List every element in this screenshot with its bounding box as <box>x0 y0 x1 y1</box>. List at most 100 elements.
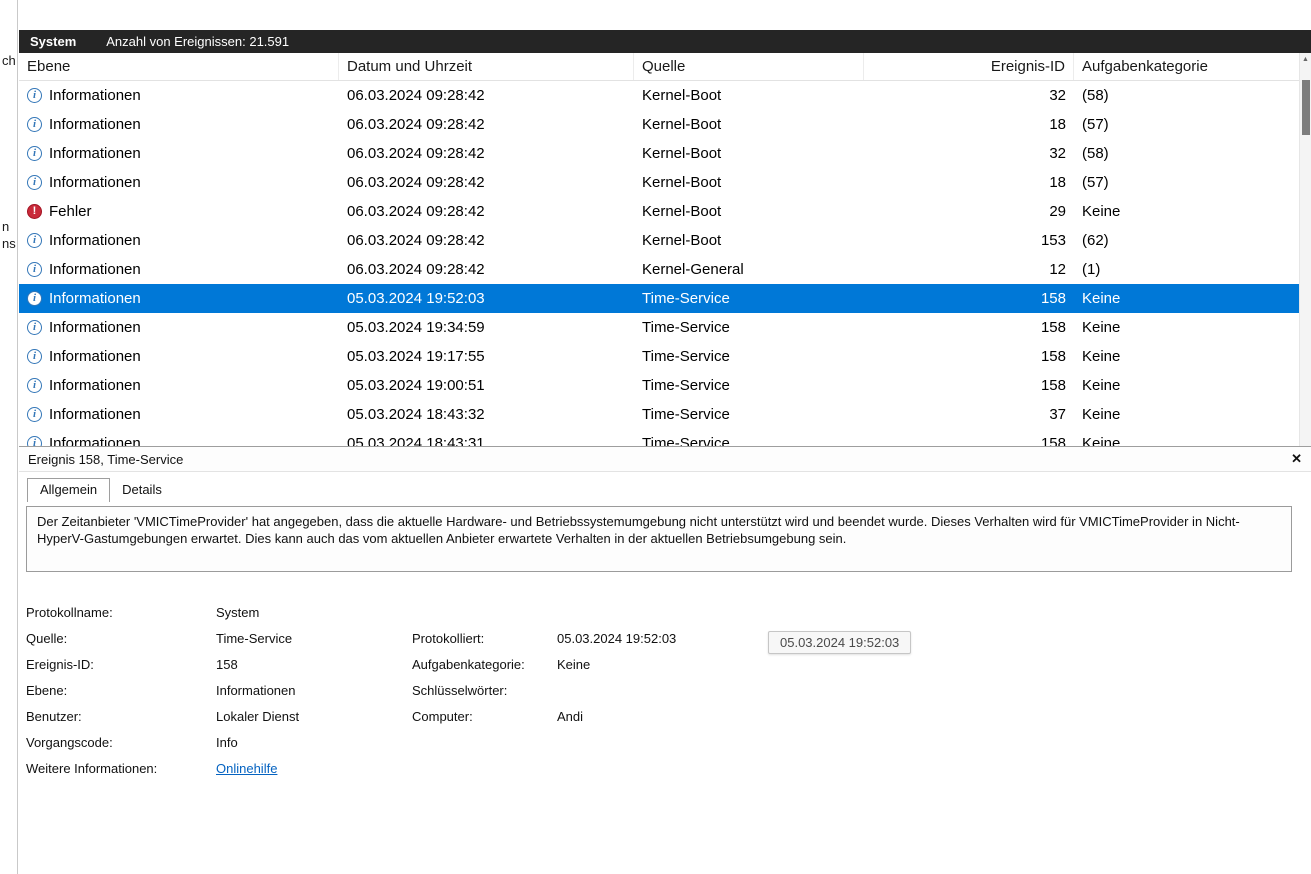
column-header-ereignis-id[interactable]: Ereignis-ID <box>864 53 1074 80</box>
field-value: Andi <box>557 709 1291 724</box>
level-label: Informationen <box>49 290 141 307</box>
datetime-cell: 05.03.2024 19:34:59 <box>339 319 634 336</box>
event-id-cell: 12 <box>864 261 1074 278</box>
level-cell: iInformationen <box>19 348 339 365</box>
field-label: Ebene: <box>26 683 216 698</box>
datetime-cell: 06.03.2024 09:28:42 <box>339 174 634 191</box>
event-row[interactable]: iInformationen06.03.2024 09:28:42Kernel-… <box>19 110 1299 139</box>
info-icon: i <box>27 378 42 393</box>
column-header-datum-und-uhrzeit[interactable]: Datum und Uhrzeit <box>339 53 634 80</box>
event-row[interactable]: iInformationen06.03.2024 09:28:42Kernel-… <box>19 255 1299 284</box>
column-header-quelle[interactable]: Quelle <box>634 53 864 80</box>
column-header-aufgabenkategorie[interactable]: Aufgabenkategorie <box>1074 53 1299 80</box>
tooltip: 05.03.2024 19:52:03 <box>768 631 911 654</box>
event-count-label: Anzahl von Ereignissen: 21.591 <box>106 34 289 49</box>
nav-tree-fragment: n <box>2 219 9 234</box>
event-row[interactable]: !Fehler06.03.2024 09:28:42Kernel-Boot29K… <box>19 197 1299 226</box>
level-label: Informationen <box>49 174 141 191</box>
category-cell: Keine <box>1074 319 1299 336</box>
datetime-cell: 06.03.2024 09:28:42 <box>339 261 634 278</box>
event-table-body: iInformationen06.03.2024 09:28:42Kernel-… <box>19 81 1299 446</box>
field-label: Protokolliert: <box>412 631 557 646</box>
detail-fields: Protokollname:SystemQuelle:Time-ServiceP… <box>26 599 1291 781</box>
event-viewer-main: System Anzahl von Ereignissen: 21.591 Eb… <box>19 0 1311 874</box>
field-value: Informationen <box>216 683 412 698</box>
datetime-cell: 05.03.2024 18:43:32 <box>339 406 634 423</box>
event-id-cell: 29 <box>864 203 1074 220</box>
field-label: Quelle: <box>26 631 216 646</box>
info-icon: i <box>27 407 42 422</box>
field-label: Weitere Informationen: <box>26 761 216 776</box>
level-cell: iInformationen <box>19 290 339 307</box>
event-row[interactable]: iInformationen05.03.2024 18:43:32Time-Se… <box>19 400 1299 429</box>
event-id-cell: 32 <box>864 87 1074 104</box>
onlinehilfe-link[interactable]: Onlinehilfe <box>216 761 412 776</box>
event-row[interactable]: iInformationen05.03.2024 19:34:59Time-Se… <box>19 313 1299 342</box>
event-list-scrollbar[interactable]: ▲ <box>1299 53 1311 446</box>
datetime-cell: 05.03.2024 19:17:55 <box>339 348 634 365</box>
category-cell: Keine <box>1074 406 1299 423</box>
event-row[interactable]: iInformationen06.03.2024 09:28:42Kernel-… <box>19 139 1299 168</box>
detail-tabs: Allgemein Details <box>27 478 174 502</box>
column-header-ebene[interactable]: Ebene <box>19 53 339 80</box>
datetime-cell: 06.03.2024 09:28:42 <box>339 116 634 133</box>
category-cell: (58) <box>1074 87 1299 104</box>
error-icon: ! <box>27 204 42 219</box>
event-id-cell: 18 <box>864 174 1074 191</box>
source-cell: Kernel-Boot <box>634 116 864 133</box>
nav-tree-fragment: ch <box>2 53 16 68</box>
level-label: Informationen <box>49 319 141 336</box>
event-row[interactable]: iInformationen05.03.2024 19:00:51Time-Se… <box>19 371 1299 400</box>
event-row[interactable]: iInformationen06.03.2024 09:28:42Kernel-… <box>19 168 1299 197</box>
detail-pane-title: Ereignis 158, Time-Service <box>28 452 183 467</box>
event-row[interactable]: iInformationen05.03.2024 19:52:03Time-Se… <box>19 284 1299 313</box>
level-cell: iInformationen <box>19 116 339 133</box>
source-cell: Time-Service <box>634 348 864 365</box>
level-cell: iInformationen <box>19 261 339 278</box>
field-value: Time-Service <box>216 631 412 646</box>
event-row[interactable]: iInformationen06.03.2024 09:28:42Kernel-… <box>19 81 1299 110</box>
event-detail-pane: Ereignis 158, Time-Service ✕ Allgemein D… <box>19 446 1311 874</box>
event-row[interactable]: iInformationen05.03.2024 19:17:55Time-Se… <box>19 342 1299 371</box>
source-cell: Time-Service <box>634 290 864 307</box>
source-cell: Kernel-Boot <box>634 87 864 104</box>
datetime-cell: 05.03.2024 19:52:03 <box>339 290 634 307</box>
scrollbar-thumb[interactable] <box>1302 80 1310 135</box>
event-id-cell: 158 <box>864 377 1074 394</box>
tab-details[interactable]: Details <box>110 478 174 502</box>
category-cell: Keine <box>1074 435 1299 446</box>
level-label: Informationen <box>49 116 141 133</box>
category-cell: Keine <box>1074 348 1299 365</box>
field-label: Ereignis-ID: <box>26 657 216 672</box>
level-label: Informationen <box>49 435 141 446</box>
datetime-cell: 06.03.2024 09:28:42 <box>339 232 634 249</box>
category-cell: (57) <box>1074 174 1299 191</box>
tab-allgemein[interactable]: Allgemein <box>27 478 110 502</box>
level-cell: ! Fehler <box>19 203 339 220</box>
category-cell: (57) <box>1074 116 1299 133</box>
level-cell: iInformationen <box>19 319 339 336</box>
level-cell: iInformationen <box>19 174 339 191</box>
source-cell: Kernel-Boot <box>634 174 864 191</box>
event-id-cell: 158 <box>864 348 1074 365</box>
event-row[interactable]: iInformationen05.03.2024 18:43:31Time-Se… <box>19 429 1299 446</box>
source-cell: Kernel-Boot <box>634 203 864 220</box>
level-cell: iInformationen <box>19 406 339 423</box>
info-icon: i <box>27 88 42 103</box>
detail-field-row: Ebene:InformationenSchlüsselwörter: <box>26 677 1291 703</box>
level-label: Informationen <box>49 87 141 104</box>
event-id-cell: 158 <box>864 435 1074 446</box>
info-icon: i <box>27 262 42 277</box>
detail-field-row: Quelle:Time-ServiceProtokolliert: 05.03.2… <box>26 625 1291 651</box>
event-id-cell: 158 <box>864 290 1074 307</box>
level-label: Informationen <box>49 145 141 162</box>
close-icon[interactable]: ✕ <box>1291 451 1302 467</box>
scroll-up-icon[interactable]: ▲ <box>1300 56 1311 63</box>
event-row[interactable]: iInformationen06.03.2024 09:28:42Kernel-… <box>19 226 1299 255</box>
level-label: Informationen <box>49 348 141 365</box>
level-label: Fehler <box>49 203 92 220</box>
detail-field-row: Protokollname:System <box>26 599 1291 625</box>
info-icon: i <box>27 436 42 446</box>
event-id-cell: 37 <box>864 406 1074 423</box>
category-cell: (1) <box>1074 261 1299 278</box>
